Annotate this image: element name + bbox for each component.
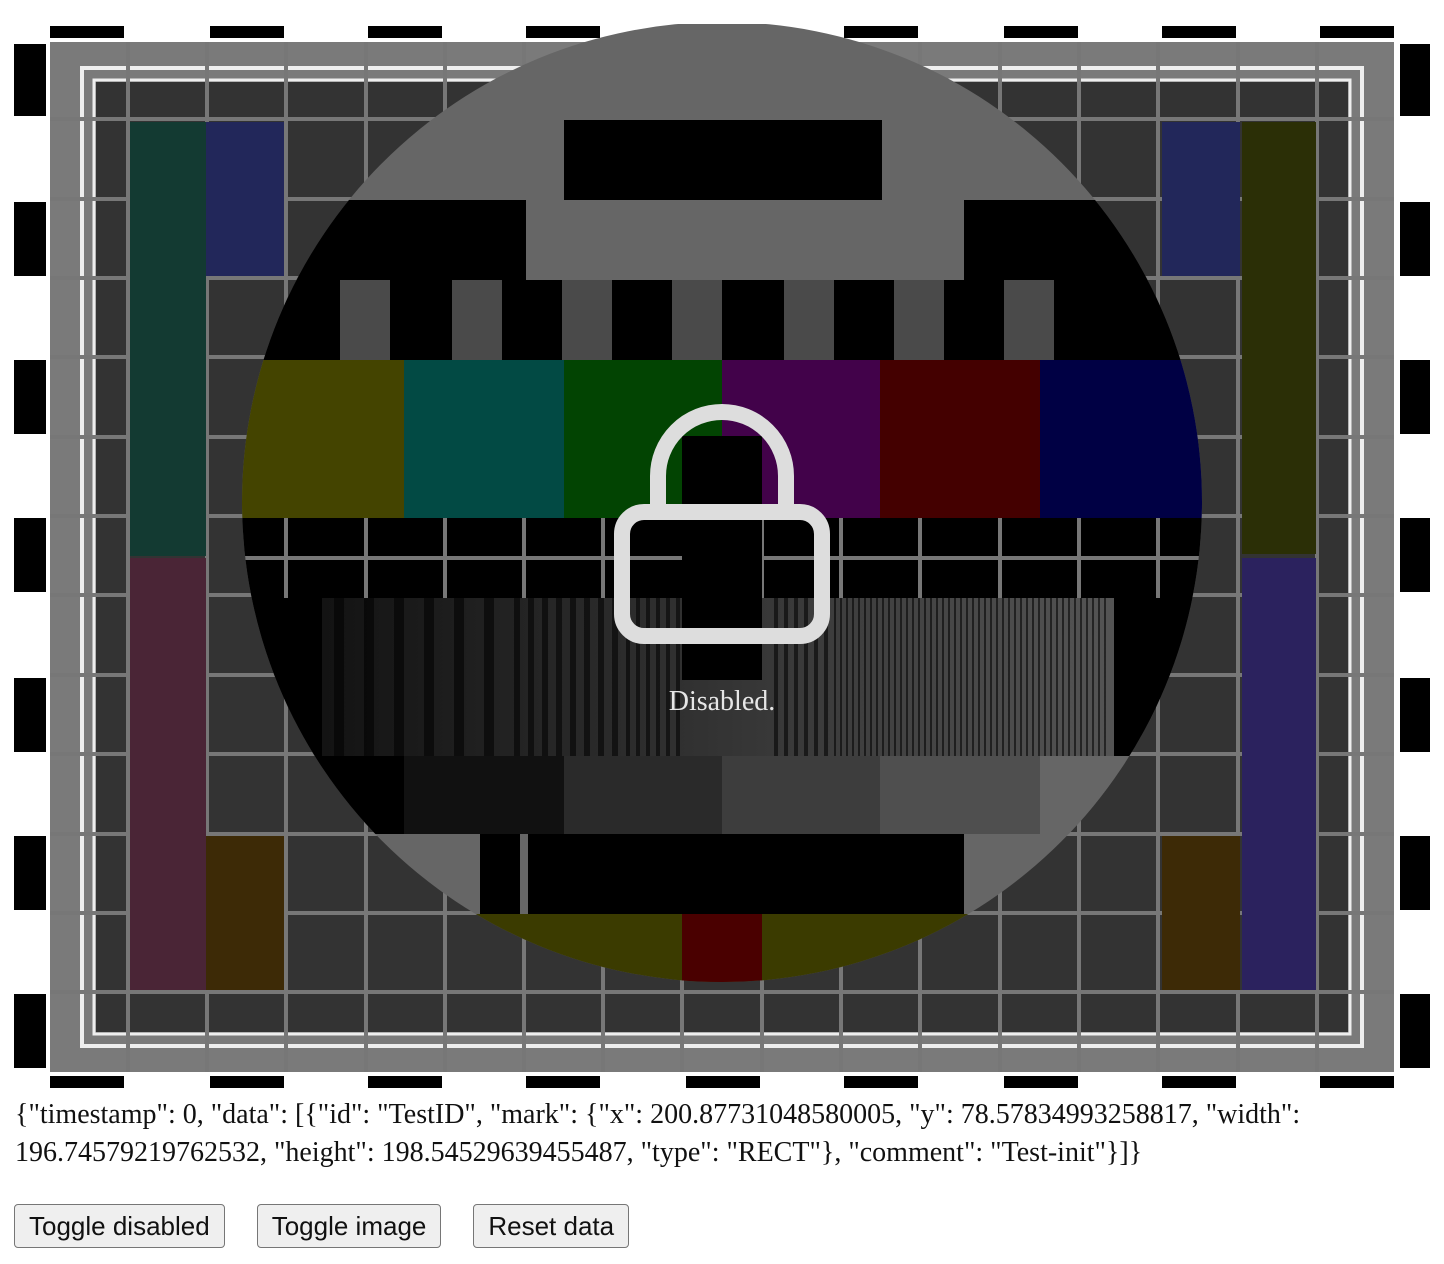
test-card-image bbox=[14, 24, 1430, 1088]
toggle-image-button[interactable]: Toggle image bbox=[256, 1204, 442, 1248]
disabled-status-text: Disabled. bbox=[668, 686, 776, 717]
data-json-output: {"timestamp": 0, "data": [{"id": "TestID… bbox=[15, 1099, 1301, 1168]
toggle-disabled-button[interactable]: Toggle disabled bbox=[14, 1204, 225, 1248]
reset-data-button[interactable]: Reset data bbox=[473, 1204, 630, 1248]
test-card-viewer[interactable]: Disabled. bbox=[14, 24, 1430, 1088]
control-buttons: Toggle disabled Toggle image Reset data bbox=[14, 1204, 630, 1248]
